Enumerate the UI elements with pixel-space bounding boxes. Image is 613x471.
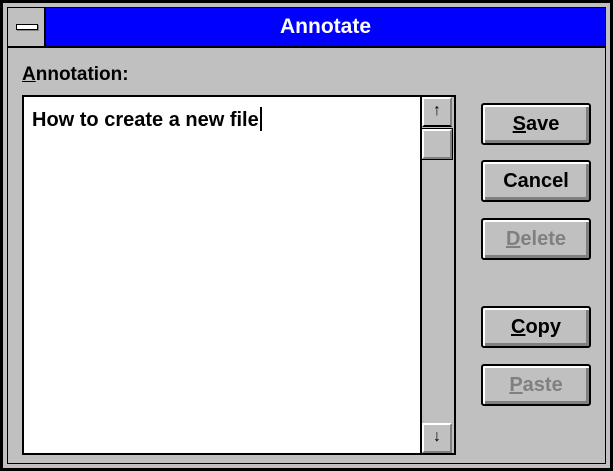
vertical-scrollbar[interactable]: ↑ ↓ xyxy=(420,97,454,453)
copy-button-mnemonic: C xyxy=(510,316,526,338)
save-button[interactable]: Save xyxy=(481,103,591,145)
paste-button-mnemonic: P xyxy=(509,374,523,396)
scroll-down-button[interactable]: ↓ xyxy=(422,423,452,453)
annotation-text: How to create a new file xyxy=(32,107,262,132)
copy-button[interactable]: Copy xyxy=(481,306,591,348)
annotation-label-mnemonic: A xyxy=(22,64,36,85)
arrow-down-icon: ↓ xyxy=(433,428,441,445)
copy-button-label: opy xyxy=(525,316,561,338)
arrow-up-icon: ↑ xyxy=(433,102,441,119)
save-button-label: ave xyxy=(525,113,560,135)
save-button-mnemonic: S xyxy=(512,113,526,135)
text-caret xyxy=(259,107,262,131)
delete-button[interactable]: Delete xyxy=(481,218,591,260)
annotate-dialog: Annotate Annotation: How to create a new… xyxy=(0,0,613,471)
annotation-label: Annotation: xyxy=(22,64,129,86)
title-bar[interactable]: Annotate xyxy=(8,8,605,48)
annotation-label-text: nnotation: xyxy=(35,64,129,85)
dialog-frame: Annotate Annotation: How to create a new… xyxy=(7,7,606,464)
delete-button-label: elete xyxy=(520,228,567,250)
scroll-thumb[interactable] xyxy=(421,128,453,160)
paste-button[interactable]: Paste xyxy=(481,364,591,406)
cancel-button-label: Cancel xyxy=(503,170,569,192)
window-title: Annotate xyxy=(280,15,371,38)
cancel-button[interactable]: Cancel xyxy=(481,160,591,202)
scroll-up-button[interactable]: ↑ xyxy=(422,97,452,127)
annotation-textarea[interactable]: How to create a new file ↑ ↓ xyxy=(22,95,456,455)
system-menu-button[interactable] xyxy=(8,8,46,46)
annotation-text-content: How to create a new file xyxy=(32,109,259,131)
paste-button-label: aste xyxy=(522,374,563,396)
system-menu-icon xyxy=(16,24,38,30)
delete-button-mnemonic: D xyxy=(505,228,521,250)
